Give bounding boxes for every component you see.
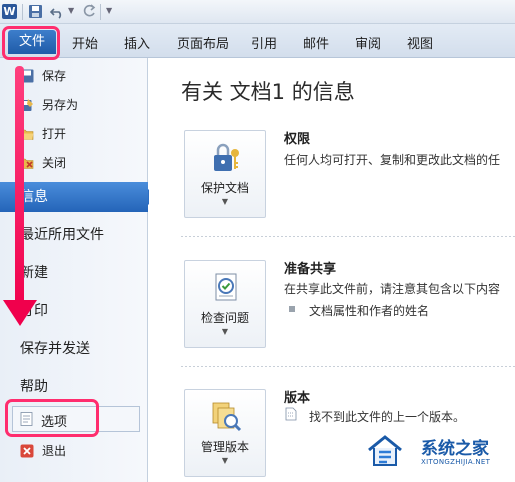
watermark-url: XITONGZHIJIA.NET xyxy=(421,458,491,466)
bullet-icon xyxy=(289,306,295,312)
undo-icon[interactable] xyxy=(50,4,65,19)
tab-view[interactable]: 视图 xyxy=(407,33,433,52)
inspect-document-icon xyxy=(215,273,237,301)
nav-item-label: 帮助 xyxy=(20,379,48,395)
section-title-permissions: 权限 xyxy=(284,132,311,147)
file-tab-highlight xyxy=(2,26,60,60)
nav-item-label: 退出 xyxy=(42,444,67,458)
versions-icon xyxy=(212,402,242,432)
nav-item-label: 最近所用文件 xyxy=(20,227,104,243)
arrow-down-icon xyxy=(3,300,37,326)
options-highlight xyxy=(5,399,99,437)
house-logo-icon xyxy=(368,435,402,466)
chevron-down-icon: ▼ xyxy=(221,456,229,465)
qat-separator xyxy=(100,4,101,20)
tab-home[interactable]: 开始 xyxy=(72,33,98,52)
nav-item-label: 关闭 xyxy=(42,156,67,170)
customize-qat-icon[interactable]: ▼ xyxy=(106,6,112,15)
quick-access-toolbar: W ▼ ▼ xyxy=(0,0,515,24)
word-app-icon[interactable]: W xyxy=(2,4,17,19)
tab-references[interactable]: 引用 xyxy=(251,33,277,52)
tab-page-layout[interactable]: 页面布局 xyxy=(177,33,229,52)
nav-item-label: 打开 xyxy=(42,127,67,141)
section-text: 在共享此文件前，请注意其包含以下内容 xyxy=(284,282,501,296)
info-pane: 有关 文档1 的信息 保护文档 ▼ 权限 任何人均可打开、复制和更改此文档的任 … xyxy=(149,58,515,482)
watermark-name: 系统之家 xyxy=(421,439,489,459)
nav-item-save-and-send[interactable]: 保存并发送 xyxy=(0,334,148,364)
tab-mailings[interactable]: 邮件 xyxy=(303,33,329,52)
nav-item-label: 新建 xyxy=(20,265,48,281)
button-label: 检查问题 xyxy=(200,311,249,325)
tab-insert[interactable]: 插入 xyxy=(124,33,150,52)
protect-document-button[interactable]: 保护文档 ▼ xyxy=(184,130,266,218)
chevron-down-icon: ▼ xyxy=(221,327,229,336)
lock-key-icon xyxy=(214,143,239,171)
section-title-versions: 版本 xyxy=(284,391,311,406)
redo-icon[interactable] xyxy=(82,4,97,19)
button-label: 保护文档 xyxy=(200,181,249,195)
watermark: 系统之家 XITONGZHIJIA.NET xyxy=(365,430,515,480)
document-version-icon xyxy=(285,407,297,421)
nav-item-help[interactable]: 帮助 xyxy=(0,372,148,402)
tutorial-arrow xyxy=(15,66,24,316)
chevron-down-icon: ▼ xyxy=(221,197,229,206)
exit-icon xyxy=(20,444,34,458)
section-text: 找不到此文件的上一个版本。 xyxy=(309,410,466,424)
page-title: 有关 文档1 的信息 xyxy=(181,80,355,104)
tab-review[interactable]: 审阅 xyxy=(355,33,381,52)
section-divider xyxy=(181,366,515,367)
button-label: 管理版本 xyxy=(200,440,249,454)
qat-separator xyxy=(22,4,23,20)
nav-item-label: 保存并发送 xyxy=(20,341,90,357)
section-text: 任何人均可打开、复制和更改此文档的任 xyxy=(284,153,501,167)
undo-dropdown-icon[interactable]: ▼ xyxy=(68,6,74,15)
save-icon[interactable] xyxy=(28,4,43,19)
section-title-prepare-sharing: 准备共享 xyxy=(284,262,337,277)
nav-item-label: 信息 xyxy=(20,189,48,205)
section-divider xyxy=(181,236,515,237)
section-bullet-text: 文档属性和作者的姓名 xyxy=(309,304,430,318)
check-for-issues-button[interactable]: 检查问题 ▼ xyxy=(184,260,266,348)
nav-item-label: 保存 xyxy=(42,69,67,83)
manage-versions-button[interactable]: 管理版本 ▼ xyxy=(184,389,266,477)
nav-item-label: 另存为 xyxy=(42,98,79,112)
